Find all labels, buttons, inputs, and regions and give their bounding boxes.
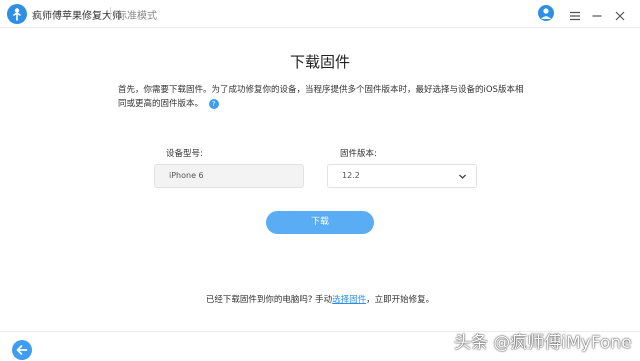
- help-icon[interactable]: ?: [208, 98, 219, 109]
- mode-label: 标准模式: [117, 11, 157, 22]
- device-model-label: 设备型号:: [166, 149, 203, 159]
- manual-note-suffix: ，立即开始修复。: [366, 295, 435, 305]
- select-firmware-link[interactable]: 选择固件: [332, 295, 366, 305]
- close-icon[interactable]: [614, 7, 626, 21]
- manual-note-prefix: 已经下载固件到你的电脑吗? 手动: [205, 295, 333, 305]
- chevron-down-icon: [459, 174, 466, 179]
- title-bar: 疯师傅苹果修复大师 标准模式: [0, 0, 640, 28]
- instruction-body: 首先，你需要下载固件。为了成功修复你的设备，当程序提供多个固件版本时，最好选择与…: [118, 85, 524, 109]
- title-divider: [110, 7, 111, 21]
- firmware-version-select[interactable]: 12.2: [327, 164, 477, 188]
- download-button[interactable]: 下载: [266, 211, 374, 234]
- menu-icon[interactable]: [569, 7, 581, 21]
- device-model-value: iPhone 6: [169, 171, 204, 180]
- watermark: 头条 @疯师傅iMyFone: [454, 333, 632, 353]
- app-logo-icon: [7, 4, 27, 24]
- back-arrow-icon[interactable]: [12, 340, 32, 360]
- instruction-text: 首先，你需要下载固件。为了成功修复你的设备，当程序提供多个固件版本时，最好选择与…: [118, 83, 528, 111]
- app-title: 疯师傅苹果修复大师: [32, 11, 122, 22]
- page-title: 下载固件: [289, 53, 350, 71]
- minimize-icon[interactable]: [591, 7, 603, 19]
- firmware-version-value: 12.2: [342, 171, 360, 180]
- firmware-version-label: 固件版本:: [340, 149, 377, 159]
- user-icon[interactable]: [538, 5, 554, 21]
- device-model-field: iPhone 6: [154, 164, 304, 188]
- manual-select-note: 已经下载固件到你的电脑吗? 手动选择固件，立即开始修复。: [0, 293, 640, 305]
